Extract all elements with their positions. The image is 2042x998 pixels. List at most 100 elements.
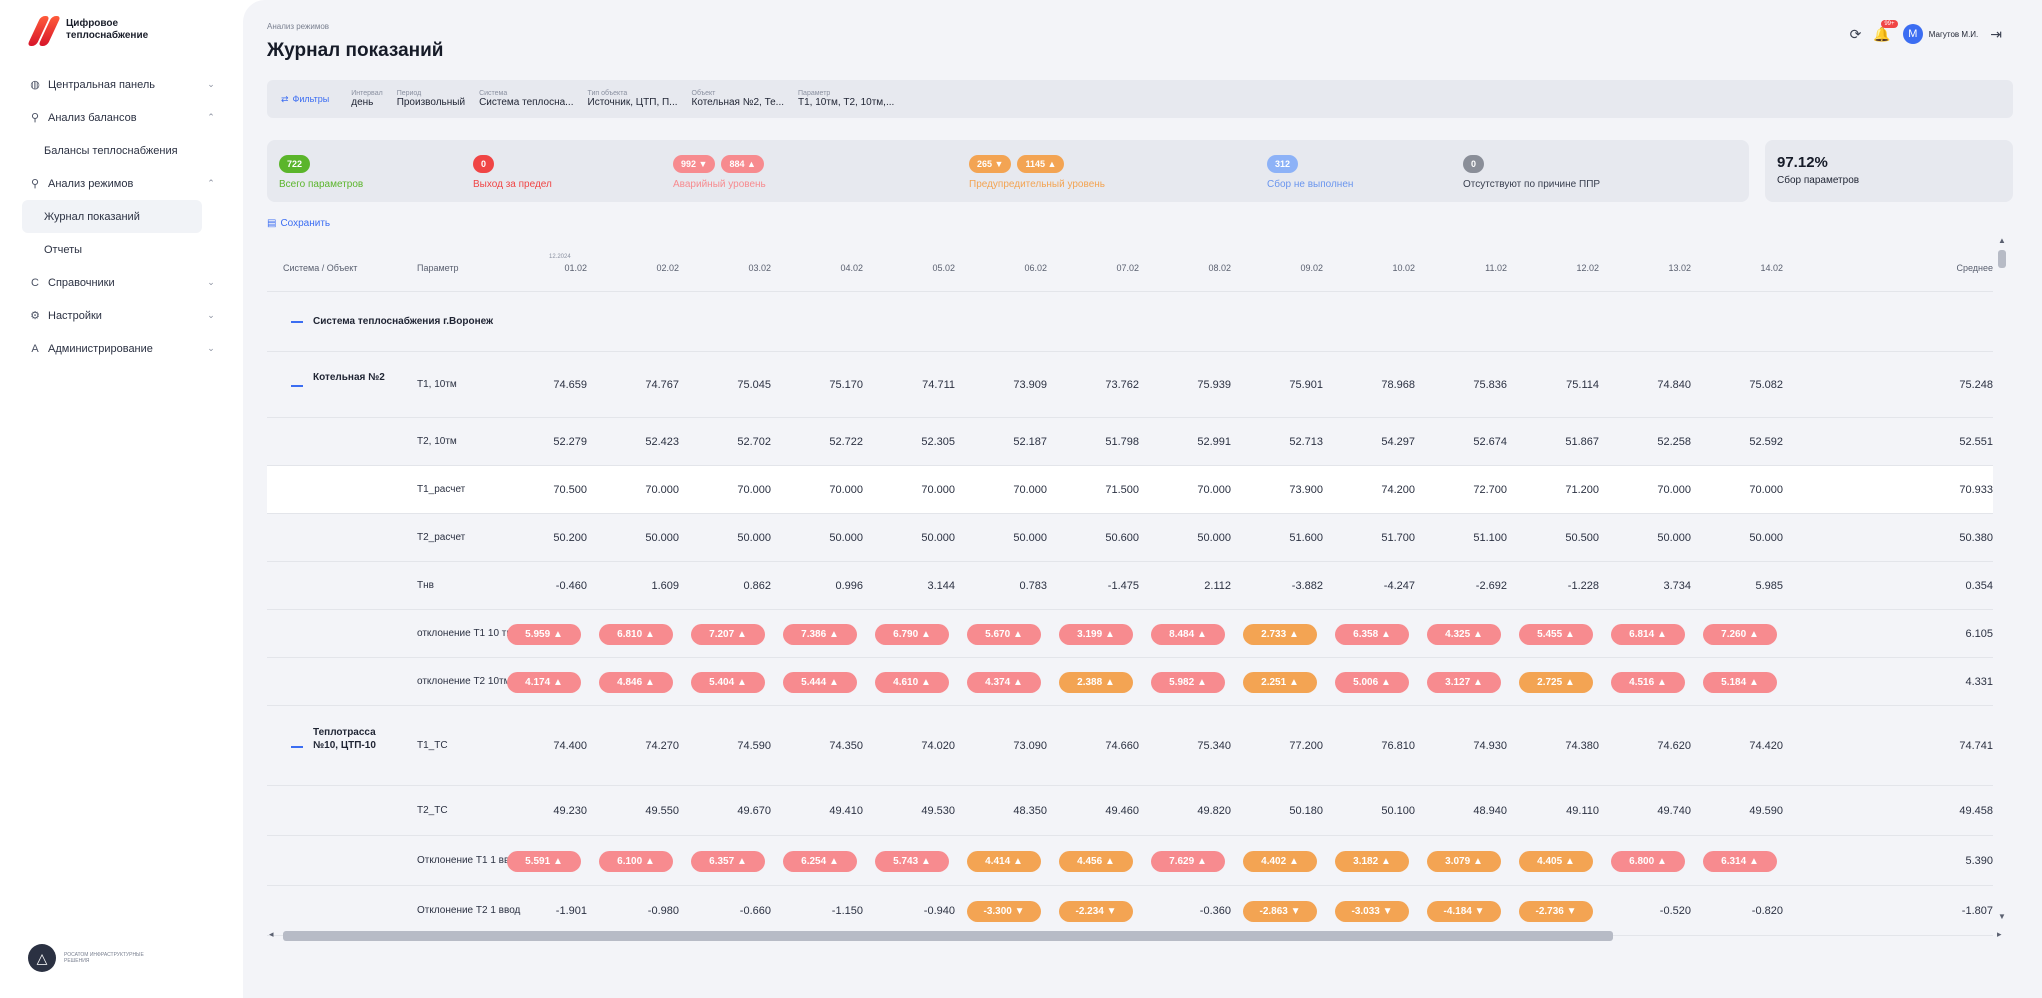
value-pill[interactable]: 5.184 ▲	[1703, 672, 1777, 693]
stat-notdone[interactable]: 312 Сбор не выполнен	[1267, 153, 1353, 190]
sidebar-subitem[interactable]: Балансы теплоснабжения	[22, 134, 218, 167]
value-pill[interactable]: 5.959 ▲	[507, 624, 581, 645]
sidebar-item[interactable]: ⚙ Настройки ⌄	[28, 299, 218, 332]
breadcrumb[interactable]: Анализ режимов	[267, 22, 329, 31]
save-button[interactable]: ▤ Сохранить	[267, 218, 330, 229]
filter-field[interactable]: Система Система теплосна...	[479, 90, 573, 108]
value-pill[interactable]: 6.358 ▲	[1335, 624, 1409, 645]
col-date-header[interactable]: 12.02	[1539, 263, 1599, 273]
table-row[interactable]: Отклонение Т1 1 ввод 5.591 ▲ 6.100 ▲ 6.357 …	[267, 836, 1993, 886]
value-pill[interactable]: 7.629 ▲	[1151, 851, 1225, 872]
user-menu[interactable]: M Магутов М.И.	[1902, 24, 1978, 44]
value-pill[interactable]: 4.414 ▲	[967, 851, 1041, 872]
value-pill[interactable]: 5.455 ▲	[1519, 624, 1593, 645]
sidebar-item[interactable]: C Справочники ⌄	[28, 266, 218, 299]
collapse-icon[interactable]	[291, 746, 303, 748]
horizontal-scroll-thumb[interactable]	[283, 931, 1613, 941]
stat-ppr[interactable]: 0 Отсутствуют по причине ППР	[1463, 153, 1600, 190]
filter-field[interactable]: Период Произвольный	[397, 90, 465, 108]
sidebar-item[interactable]: ⚲ Анализ режимов ⌃	[28, 167, 218, 200]
value-pill[interactable]: 6.254 ▲	[783, 851, 857, 872]
value-pill[interactable]: 5.404 ▲	[691, 672, 765, 693]
value-pill[interactable]: 5.591 ▲	[507, 851, 581, 872]
logout-icon[interactable]: ⇥	[1990, 26, 2002, 43]
col-date-header[interactable]: 05.02	[895, 263, 955, 273]
value-pill[interactable]: 5.743 ▲	[875, 851, 949, 872]
value-pill[interactable]: 6.800 ▲	[1611, 851, 1685, 872]
col-date-header[interactable]: 14.02	[1723, 263, 1783, 273]
value-pill[interactable]: 6.790 ▲	[875, 624, 949, 645]
notification-icon[interactable]: 🔔 99+	[1873, 19, 1898, 43]
value-pill[interactable]: -3.033 ▼	[1335, 901, 1409, 922]
table-row[interactable]: Т2, 10тм 52.279 52.423 52.702 52.722 52.305 52…	[267, 418, 1993, 466]
value-pill[interactable]: 5.982 ▲	[1151, 672, 1225, 693]
col-system-header[interactable]: Система / Объект	[283, 263, 357, 273]
value-pill[interactable]: 5.670 ▲	[967, 624, 1041, 645]
col-date-header[interactable]: 08.02	[1171, 263, 1231, 273]
refresh-icon[interactable]: ⟳	[1850, 26, 1862, 43]
col-date-header[interactable]: 06.02	[987, 263, 1047, 273]
value-pill[interactable]: -2.736 ▼	[1519, 901, 1593, 922]
value-pill[interactable]: 2.251 ▲	[1243, 672, 1317, 693]
value-pill[interactable]: 2.733 ▲	[1243, 624, 1317, 645]
system-row[interactable]: Система теплоснабжения г.Воронеж	[267, 292, 1993, 352]
stat-limit[interactable]: 0 Выход за предел	[473, 153, 552, 190]
sidebar-subitem[interactable]: Журнал показаний	[22, 200, 202, 233]
col-date-header[interactable]: 01.02	[527, 263, 587, 273]
value-pill[interactable]: 4.374 ▲	[967, 672, 1041, 693]
value-pill[interactable]: 7.386 ▲	[783, 624, 857, 645]
horizontal-scrollbar[interactable]: ◂ ▸	[267, 928, 2013, 942]
col-date-header[interactable]: 11.02	[1447, 263, 1507, 273]
stat-warn[interactable]: 265 ▼ 1145 ▲ Предупредительный уровень	[969, 153, 1105, 190]
brand-logo[interactable]: Цифровое теплоснабжение	[27, 14, 148, 46]
table-row[interactable]: Тнв -0.460 1.609 0.862 0.996 3.144 0.783 -1.475…	[267, 562, 1993, 610]
value-pill[interactable]: 3.127 ▲	[1427, 672, 1501, 693]
value-pill[interactable]: -2.234 ▼	[1059, 901, 1133, 922]
value-pill[interactable]: 6.314 ▲	[1703, 851, 1777, 872]
table-row[interactable]: Теплотрасса №10, ЦТП-10 Т1_ТС 74.400 74.270…	[267, 706, 1993, 786]
table-row[interactable]: отклонение Т2 10тм 4.174 ▲ 4.846 ▲ 5.404 ▲ 5…	[267, 658, 1993, 706]
col-date-header[interactable]: 13.02	[1631, 263, 1691, 273]
value-pill[interactable]: 4.174 ▲	[507, 672, 581, 693]
filter-field[interactable]: Объект Котельная №2, Те...	[692, 90, 784, 108]
filter-field[interactable]: Параметр Т1, 10тм, Т2, 10тм,...	[798, 90, 894, 108]
scroll-up-icon[interactable]: ▲	[1998, 236, 2006, 245]
value-pill[interactable]: 3.182 ▲	[1335, 851, 1409, 872]
vertical-scroll-thumb[interactable]	[1998, 250, 2006, 268]
value-pill[interactable]: 4.405 ▲	[1519, 851, 1593, 872]
col-date-header[interactable]: 03.02	[711, 263, 771, 273]
col-date-header[interactable]: 07.02	[1079, 263, 1139, 273]
value-pill[interactable]: 6.100 ▲	[599, 851, 673, 872]
scroll-down-icon[interactable]: ▼	[1998, 912, 2006, 921]
value-pill[interactable]: 8.484 ▲	[1151, 624, 1225, 645]
value-pill[interactable]: 6.814 ▲	[1611, 624, 1685, 645]
col-date-header[interactable]: 02.02	[619, 263, 679, 273]
col-param-header[interactable]: Параметр	[417, 263, 459, 273]
value-pill[interactable]: -2.863 ▼	[1243, 901, 1317, 922]
scroll-right-icon[interactable]: ▸	[1997, 929, 2002, 940]
sidebar-subitem[interactable]: Отчеты	[22, 233, 218, 266]
value-pill[interactable]: 4.456 ▲	[1059, 851, 1133, 872]
collapse-icon[interactable]	[291, 385, 303, 387]
sidebar-item[interactable]: ◍ Центральная панель ⌄	[28, 68, 218, 101]
table-row[interactable]: отклонение Т1 10 тм 5.959 ▲ 6.810 ▲ 7.207 ▲…	[267, 610, 1993, 658]
col-date-header[interactable]: 10.02	[1355, 263, 1415, 273]
col-avg-header[interactable]: Среднее	[1933, 263, 1993, 273]
value-pill[interactable]: 3.079 ▲	[1427, 851, 1501, 872]
value-pill[interactable]: 4.516 ▲	[1611, 672, 1685, 693]
table-row[interactable]: Т2_расчет 50.200 50.000 50.000 50.000 50.000 5…	[267, 514, 1993, 562]
value-pill[interactable]: 4.402 ▲	[1243, 851, 1317, 872]
filters-button[interactable]: ⇄ Фильтры	[281, 94, 329, 105]
value-pill[interactable]: 5.006 ▲	[1335, 672, 1409, 693]
collapse-icon[interactable]	[291, 321, 303, 323]
value-pill[interactable]: 4.325 ▲	[1427, 624, 1501, 645]
value-pill[interactable]: 7.207 ▲	[691, 624, 765, 645]
value-pill[interactable]: 5.444 ▲	[783, 672, 857, 693]
vertical-scrollbar[interactable]: ▲ ▼	[1995, 236, 2009, 926]
table-row[interactable]: Т1_расчет 70.500 70.000 70.000 70.000 70.000 7…	[267, 466, 1993, 514]
value-pill[interactable]: 4.846 ▲	[599, 672, 673, 693]
value-pill[interactable]: 4.610 ▲	[875, 672, 949, 693]
value-pill[interactable]: 2.388 ▲	[1059, 672, 1133, 693]
value-pill[interactable]: -3.300 ▼	[967, 901, 1041, 922]
value-pill[interactable]: -4.184 ▼	[1427, 901, 1501, 922]
